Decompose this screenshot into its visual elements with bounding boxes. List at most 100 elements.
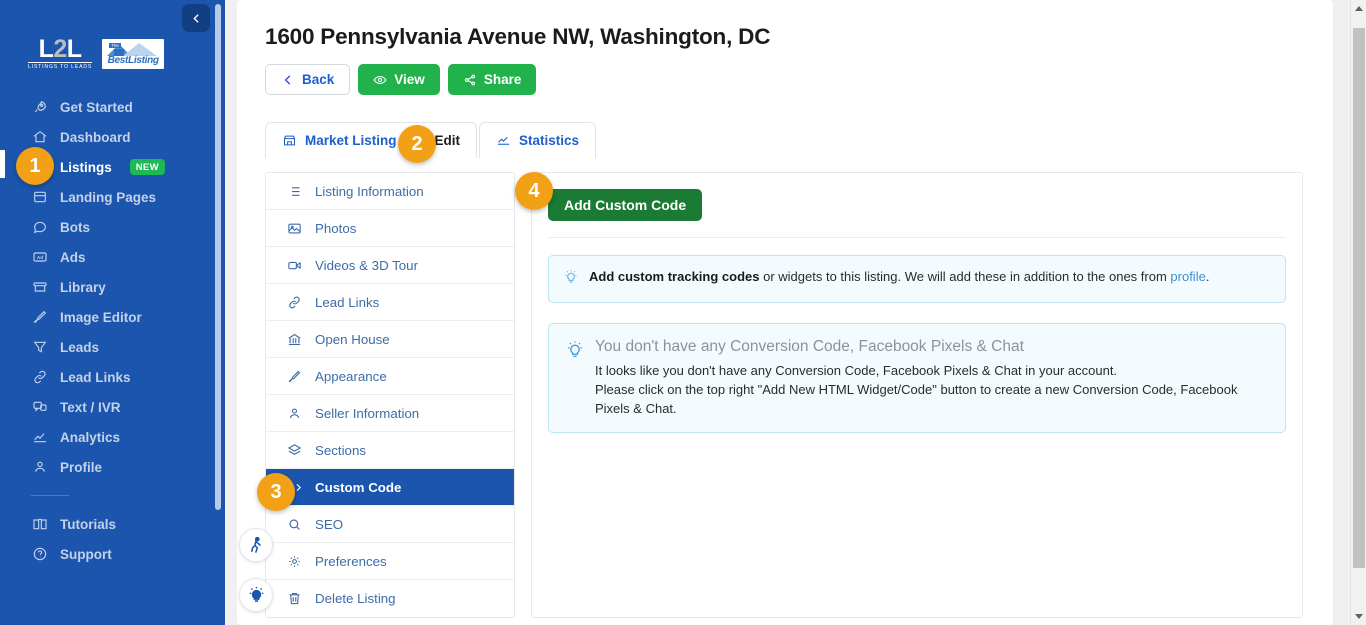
sidebar-item-bots[interactable]: Bots: [0, 212, 225, 242]
section-item-seller-information[interactable]: Seller Information: [266, 395, 514, 432]
section-item-label: Videos & 3D Tour: [315, 257, 418, 273]
tracking-info-alert: Add custom tracking codes or widgets to …: [548, 255, 1286, 303]
sidebar-item-label: Listings: [60, 159, 112, 175]
sidebar-item-label: Support: [60, 546, 112, 562]
sidebar-scrollbar-thumb[interactable]: [215, 4, 221, 510]
section-item-label: Lead Links: [315, 294, 380, 310]
partner-logo-name: BestListing: [107, 55, 159, 66]
section-item-delete-listing[interactable]: Delete Listing: [266, 580, 514, 617]
sidebar-item-label: Tutorials: [60, 516, 117, 532]
sidebar-item-support[interactable]: Support: [0, 539, 225, 569]
step-badge-1: 1: [16, 147, 54, 185]
link-icon: [31, 369, 48, 386]
page-card: 1600 Pennsylvania Avenue NW, Washington,…: [237, 0, 1333, 625]
search-icon: [286, 516, 302, 532]
walkthrough-button[interactable]: [239, 528, 273, 562]
section-item-open-house[interactable]: Open House: [266, 321, 514, 358]
tab-market-listing-label: Market Listing: [305, 133, 397, 148]
sidebar-item-label: Leads: [60, 339, 100, 355]
tips-bulb-icon: [249, 586, 263, 602]
profile-link[interactable]: profile: [1170, 269, 1205, 284]
section-item-label: SEO: [315, 516, 344, 532]
section-item-label: Photos: [315, 220, 357, 236]
back-button-label: Back: [302, 72, 335, 87]
sidebar-item-text-ivr[interactable]: Text / IVR: [0, 392, 225, 422]
partner-logo: The BestListing: [102, 39, 165, 69]
tracking-info-strong: Add custom tracking codes: [589, 269, 760, 284]
scroll-up-arrow-icon[interactable]: [1351, 0, 1366, 17]
store-icon: [283, 135, 296, 146]
back-button[interactable]: Back: [265, 64, 351, 95]
app-root: L2L LISTINGS TO LEADS The BestListing Ge…: [0, 0, 1366, 625]
section-item-seo[interactable]: SEO: [266, 506, 514, 543]
section-item-listing-information[interactable]: Listing Information: [266, 173, 514, 210]
section-item-photos[interactable]: Photos: [266, 210, 514, 247]
window-icon: [31, 189, 48, 206]
sidebar-item-label: Landing Pages: [60, 189, 157, 205]
tab-market-listing[interactable]: Market Listing Edit: [265, 122, 478, 158]
section-item-label: Delete Listing: [315, 591, 396, 606]
chevron-left-icon: [284, 74, 291, 85]
main-content-area: 1600 Pennsylvania Avenue NW, Washington,…: [225, 0, 1366, 625]
sidebar-item-library[interactable]: Library: [0, 272, 225, 302]
sidebar-item-analytics[interactable]: Analytics: [0, 422, 225, 452]
tab-statistics[interactable]: Statistics: [479, 122, 597, 158]
user-icon: [286, 405, 302, 421]
brush-icon: [31, 309, 48, 326]
home-icon: [31, 129, 48, 146]
user-icon: [31, 459, 48, 476]
tab-statistics-label: Statistics: [519, 133, 580, 148]
step-badge-2: 2: [398, 125, 436, 163]
step-badge-3: 3: [257, 473, 295, 511]
sidebar-item-label: Text / IVR: [60, 399, 121, 415]
sidebar-item-label: Get Started: [60, 99, 133, 115]
sidebar-item-get-started[interactable]: Get Started: [0, 92, 225, 122]
left-edge-marker: [0, 150, 5, 178]
l2l-logo: L2L LISTINGS TO LEADS: [28, 37, 93, 70]
share-button[interactable]: Share: [447, 64, 537, 95]
section-item-label: Appearance: [315, 368, 387, 384]
scroll-down-arrow-icon[interactable]: [1351, 608, 1366, 625]
sms-icon: [31, 399, 48, 416]
page-title: 1600 Pennsylvania Avenue NW, Washington,…: [265, 24, 771, 49]
empty-state-line1: It looks like you don't have any Convers…: [595, 363, 1118, 378]
list-icon: [286, 183, 302, 199]
lightbulb-icon: [565, 340, 585, 365]
sidebar-item-profile[interactable]: Profile: [0, 452, 225, 482]
chat-bubble-icon: [31, 219, 48, 236]
section-item-lead-links[interactable]: Lead Links: [266, 284, 514, 321]
sidebar-item-leads[interactable]: Leads: [0, 332, 225, 362]
funnel-icon: [31, 339, 48, 356]
add-custom-code-button[interactable]: Add Custom Code: [548, 189, 703, 221]
sidebar-item-image-editor[interactable]: Image Editor: [0, 302, 225, 332]
chart-icon: [31, 429, 48, 446]
rocket-icon: [31, 99, 48, 116]
section-item-sections[interactable]: Sections: [266, 432, 514, 469]
sidebar-item-lead-links[interactable]: Lead Links: [0, 362, 225, 392]
lightbulb-icon: [563, 269, 579, 290]
listing-editor-body: Listing Information Photos Videos & 3D T…: [265, 172, 1303, 618]
tracking-info-text: Add custom tracking codes or widgets to …: [589, 268, 1209, 286]
view-button-label: View: [394, 72, 425, 87]
scrollbar-thumb[interactable]: [1353, 28, 1365, 568]
section-item-label: Seller Information: [315, 405, 420, 421]
view-button[interactable]: View: [358, 64, 440, 95]
sidebar-item-ads[interactable]: Ad Ads: [0, 242, 225, 272]
sidebar-item-label: Bots: [60, 219, 90, 235]
eye-icon: [373, 75, 387, 84]
section-item-videos-3d-tour[interactable]: Videos & 3D Tour: [266, 247, 514, 284]
main-right-gap: [1333, 0, 1350, 625]
tips-button[interactable]: [239, 578, 273, 612]
trash-icon: [286, 591, 302, 607]
main-sidebar: L2L LISTINGS TO LEADS The BestListing Ge…: [0, 0, 225, 625]
section-item-preferences[interactable]: Preferences: [266, 543, 514, 580]
sidebar-item-landing-pages[interactable]: Landing Pages: [0, 182, 225, 212]
section-item-appearance[interactable]: Appearance: [266, 358, 514, 395]
browser-scrollbar[interactable]: [1350, 0, 1366, 625]
sidebar-collapse-button[interactable]: [182, 4, 210, 32]
bank-icon: [286, 331, 302, 347]
chart-icon: [497, 136, 510, 145]
section-item-custom-code[interactable]: Custom Code: [266, 469, 514, 506]
tab-edit-label: Edit: [434, 133, 461, 148]
sidebar-item-tutorials[interactable]: Tutorials: [0, 509, 225, 539]
